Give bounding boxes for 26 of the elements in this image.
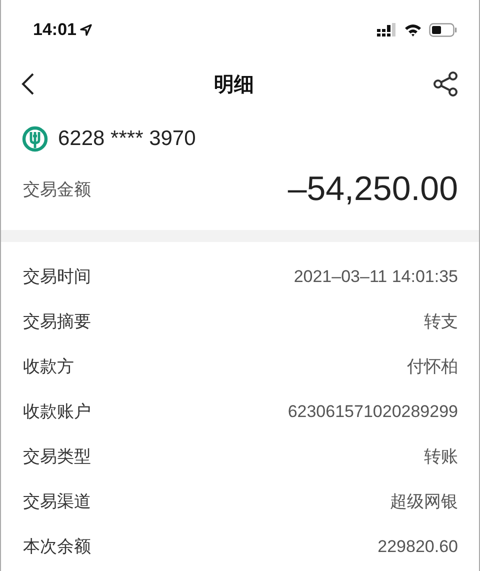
detail-label: 收款账户 <box>23 401 91 423</box>
account-number: 6228 **** 3970 <box>58 127 196 151</box>
detail-label: 交易摘要 <box>23 311 91 333</box>
detail-value: 转支 <box>424 311 458 333</box>
share-button[interactable] <box>433 71 459 97</box>
bank-logo-icon <box>22 126 48 152</box>
detail-value: 2021–03–11 14:01:35 <box>294 266 458 286</box>
detail-value: 付怀柏 <box>407 356 458 378</box>
detail-label: 交易渠道 <box>23 491 91 513</box>
amount-label: 交易金额 <box>23 178 91 200</box>
detail-value: 623061571020289299 <box>288 402 458 422</box>
signal-icon <box>377 23 397 37</box>
battery-icon <box>429 23 457 37</box>
page-title: 明细 <box>214 72 254 98</box>
amount-value: –54,250.00 <box>288 170 458 208</box>
location-icon <box>80 24 92 36</box>
detail-value: 229820.60 <box>378 536 458 556</box>
wifi-icon <box>404 23 422 37</box>
detail-label: 交易类型 <box>23 446 91 468</box>
detail-value: 转账 <box>424 446 458 468</box>
detail-value: 超级网银 <box>390 491 458 513</box>
back-button[interactable] <box>21 72 35 96</box>
detail-label: 收款方 <box>23 356 74 378</box>
status-time: 14:01 <box>33 20 76 40</box>
detail-label: 本次余额 <box>23 536 91 558</box>
detail-label: 交易时间 <box>23 266 91 288</box>
